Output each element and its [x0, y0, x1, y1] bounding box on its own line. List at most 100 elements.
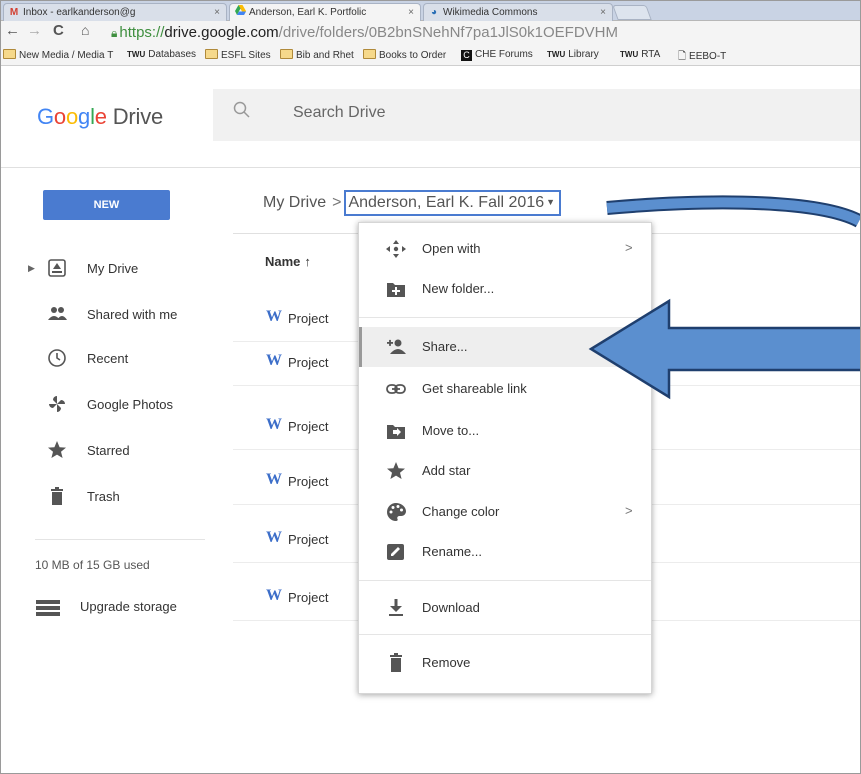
menu-item-label: Open with — [422, 241, 481, 256]
sort-arrow-icon[interactable]: ↑ — [304, 254, 311, 269]
reload-icon[interactable]: C — [53, 22, 64, 39]
move-to-icon — [387, 425, 405, 439]
new-button[interactable]: NEW — [43, 190, 170, 220]
menu-item-share[interactable]: Share... — [359, 327, 651, 367]
tab-drive[interactable]: Anderson, Earl K. Portfolic × — [229, 3, 421, 21]
drive-folder-icon — [48, 259, 66, 277]
menu-item-label: New folder... — [422, 281, 495, 296]
tab-label: Anderson, Earl K. Portfolic — [249, 7, 367, 18]
page-icon: 🗋︎ — [678, 51, 687, 62]
search-icon[interactable] — [233, 101, 251, 119]
menu-item-add-star[interactable]: Add star — [359, 451, 651, 491]
curved-arrow-outline — [606, 195, 860, 228]
menu-item-label: Change color — [422, 504, 500, 519]
menu-item-rename[interactable]: Rename... — [359, 532, 651, 572]
forward-icon[interactable]: → — [27, 22, 42, 39]
storage-icon — [36, 600, 60, 616]
file-name: Project — [288, 419, 329, 434]
address-bar[interactable]: 🔒︎ https://drive.google.com/drive/folders… — [111, 23, 860, 43]
bookmark-databases[interactable]: TWU Databases — [127, 49, 196, 60]
search-input[interactable] — [293, 104, 693, 122]
bookmark-books-to-order[interactable]: Books to Order — [363, 49, 446, 61]
folder-context-menu: Open with > New folder... Share... Get s… — [358, 222, 652, 694]
menu-item-label: Download — [422, 600, 480, 615]
sidebar-divider — [35, 539, 205, 540]
folder-icon — [280, 49, 293, 59]
close-tab-icon[interactable]: × — [600, 4, 606, 21]
bookmark-che-forums[interactable]: C CHE Forums — [461, 49, 533, 61]
tab-wikimedia[interactable]: ◕ Wikimedia Commons × — [423, 3, 613, 21]
wikimedia-icon: ◕ — [430, 7, 438, 18]
bookmark-label: Books to Order — [379, 50, 447, 61]
sidebar-item-my-drive[interactable]: ▶ My Drive — [1, 255, 221, 285]
new-folder-icon — [387, 283, 405, 297]
bookmark-library[interactable]: TWU Library — [547, 49, 599, 60]
twu-icon: TWU — [127, 50, 146, 59]
new-tab-button[interactable] — [612, 5, 652, 20]
bookmark-eebo[interactable]: 🗋︎ EEBO-T — [678, 49, 727, 65]
column-header-name[interactable]: Name ↑ — [265, 254, 311, 269]
home-icon[interactable]: ⌂ — [81, 22, 89, 38]
menu-item-download[interactable]: Download — [359, 588, 651, 628]
bookmark-esfl-sites[interactable]: ESFL Sites — [205, 49, 271, 61]
google-drive-logo[interactable]: Google Drive — [37, 104, 163, 130]
menu-item-new-folder[interactable]: New folder... — [359, 269, 651, 309]
column-header-label: Name — [265, 254, 301, 269]
bookmark-bib-and-rhet[interactable]: Bib and Rhet — [280, 49, 354, 61]
menu-item-move-to[interactable]: Move to... — [359, 411, 651, 451]
menu-item-change-color[interactable]: Change color > — [359, 492, 651, 532]
expand-caret-icon[interactable]: ▶ — [28, 263, 35, 274]
back-icon[interactable]: ← — [5, 22, 20, 39]
submenu-arrow-icon: > — [625, 503, 633, 518]
menu-item-get-link[interactable]: Get shareable link — [359, 369, 651, 409]
sidebar-item-label: Shared with me — [87, 307, 178, 322]
sidebar-item-label: Starred — [87, 443, 130, 458]
tab-inbox[interactable]: M Inbox - earlkanderson@g × — [3, 3, 227, 21]
logo-product: Drive — [112, 104, 164, 129]
open-with-icon — [386, 240, 406, 258]
close-tab-icon[interactable]: × — [214, 4, 220, 21]
sidebar-item-starred[interactable]: Starred — [1, 437, 221, 467]
close-tab-icon[interactable]: × — [408, 4, 414, 21]
palette-icon — [387, 503, 406, 521]
breadcrumb-current-folder[interactable]: Anderson, Earl K. Fall 2016 ▼ — [344, 190, 562, 216]
bookmark-label: New Media / Media T — [19, 50, 114, 61]
search-box[interactable] — [213, 89, 860, 141]
sidebar-item-recent[interactable]: Recent — [1, 345, 221, 375]
trash-icon — [51, 487, 63, 505]
tab-label: Inbox - earlkanderson@g — [23, 7, 136, 18]
sidebar-item-photos[interactable]: Google Photos — [1, 391, 221, 421]
sidebar-item-label: My Drive — [87, 261, 139, 276]
sidebar-item-shared[interactable]: Shared with me — [1, 301, 221, 331]
menu-item-open-with[interactable]: Open with > — [359, 229, 651, 269]
file-name: Project — [288, 474, 329, 489]
upgrade-storage-link[interactable]: Upgrade storage — [1, 595, 221, 619]
tab-label: Wikimedia Commons — [443, 7, 538, 18]
clock-icon — [48, 349, 66, 367]
bookmark-rta[interactable]: TWU RTA — [620, 49, 660, 60]
people-icon — [48, 307, 67, 320]
folder-icon — [205, 49, 218, 59]
logo-google: Google — [37, 104, 107, 129]
browser-tab-strip: M Inbox - earlkanderson@g × Anderson, Ear… — [1, 1, 860, 21]
breadcrumb-my-drive[interactable]: My Drive — [263, 194, 326, 211]
bookmark-label: EEBO-T — [689, 51, 727, 62]
menu-item-label: Share... — [422, 339, 468, 354]
menu-item-label: Remove — [422, 655, 471, 670]
bookmark-label: RTA — [641, 49, 661, 60]
gmail-icon: M — [9, 7, 19, 18]
breadcrumb: My Drive > Anderson, Earl K. Fall 2016 ▼ — [263, 190, 562, 216]
file-name: Project — [288, 532, 329, 547]
dropdown-caret-icon: ▼ — [546, 197, 556, 207]
sidebar-item-label: Recent — [87, 351, 129, 366]
menu-item-remove[interactable]: Remove — [359, 643, 651, 683]
browser-toolbar: ← → C ⌂ 🔒︎ https://drive.google.com/drive… — [1, 21, 860, 45]
bookmark-label: Bib and Rhet — [296, 50, 354, 61]
bookmarks-bar: New Media / Media T TWU Databases ESFL Si… — [1, 45, 860, 66]
file-name: Project — [288, 311, 329, 326]
storage-usage: 10 MB of 15 GB used — [35, 558, 150, 572]
bookmark-label: Databases — [148, 49, 197, 60]
header-divider — [1, 167, 860, 168]
sidebar-item-trash[interactable]: Trash — [1, 483, 221, 513]
bookmark-new-media[interactable]: New Media / Media T — [3, 49, 113, 61]
